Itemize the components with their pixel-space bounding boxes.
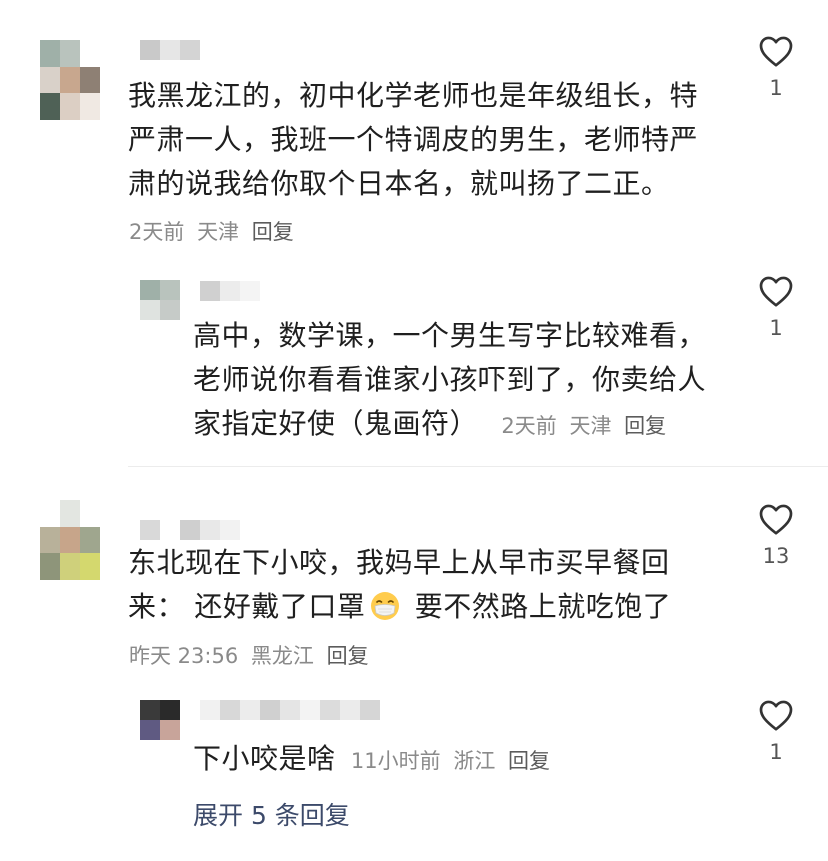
comment-time: 昨天 23:56 xyxy=(129,644,239,668)
reply-text: 下小咬是啥 11小时前 浙江 回复 xyxy=(193,737,733,783)
reply-location: 天津 xyxy=(569,414,612,438)
comment-text-line: 我黑龙江的，初中化学老师也是年级组长，特 xyxy=(128,79,699,112)
reply-time: 2天前 xyxy=(501,414,557,438)
avatar[interactable] xyxy=(40,40,100,120)
reply-button[interactable]: 回复 xyxy=(252,220,294,244)
comment-text: 我黑龙江的，初中化学老师也是年级组长，特 严肃一人，我班一个特调皮的男生，老师特… xyxy=(128,74,728,206)
avatar[interactable] xyxy=(140,280,180,320)
like-button[interactable]: 1 xyxy=(746,34,806,100)
comment-text: 东北现在下小咬，我妈早上从早市买早餐回 来： 还好戴了口罩 要不然路上就吃饱了 xyxy=(128,541,728,629)
reply-button[interactable]: 回复 xyxy=(508,749,550,773)
comment-text-fragment: 来： 还好戴了口罩 xyxy=(128,590,366,623)
comment-meta: 昨天 23:56 黑龙江 回复 xyxy=(129,640,375,670)
username[interactable] xyxy=(200,700,380,720)
heart-outline-icon xyxy=(759,276,793,307)
reply-text-line: 下小咬是啥 xyxy=(193,742,336,775)
reply-text-line-with-meta: 家指定好使（鬼画符） 2天前 天津 回复 xyxy=(193,402,733,448)
reply-button[interactable]: 回复 xyxy=(624,414,666,438)
reply-text-line: 家指定好使（鬼画符） xyxy=(193,407,479,440)
reply-time: 11小时前 xyxy=(350,749,441,773)
like-count: 1 xyxy=(769,316,783,340)
comment-text-line: 肃的说我给你取个日本名，就叫扬了二正。 xyxy=(128,167,670,200)
like-count: 1 xyxy=(769,76,783,100)
reply-text-line: 高中，数学课，一个男生写字比较难看， xyxy=(193,319,707,352)
comment-location: 天津 xyxy=(197,220,240,244)
comment-text-line: 来： 还好戴了口罩 要不然路上就吃饱了 xyxy=(128,585,728,629)
divider xyxy=(128,466,828,467)
like-button[interactable]: 1 xyxy=(746,274,806,340)
mask-face-emoji-icon xyxy=(371,592,400,620)
comment-text-line: 严肃一人，我班一个特调皮的男生，老师特严 xyxy=(128,123,699,156)
reply-meta: 2天前 天津 回复 xyxy=(501,414,666,438)
avatar[interactable] xyxy=(40,500,100,580)
heart-outline-icon xyxy=(759,700,793,731)
username[interactable] xyxy=(140,40,200,60)
comment-text-line: 东北现在下小咬，我妈早上从早市买早餐回 xyxy=(128,546,670,579)
reply-text-line: 老师说你看看谁家小孩吓到了，你卖给人 xyxy=(193,363,707,396)
reply-meta: 11小时前 浙江 回复 xyxy=(351,749,550,773)
reply-location: 浙江 xyxy=(453,749,496,773)
username[interactable] xyxy=(200,281,260,301)
comment-location: 黑龙江 xyxy=(250,644,314,668)
reply-button[interactable]: 回复 xyxy=(327,644,369,668)
like-count: 1 xyxy=(769,740,783,764)
reply-text: 高中，数学课，一个男生写字比较难看， 老师说你看看谁家小孩吓到了，你卖给人 家指… xyxy=(193,314,733,448)
like-button[interactable]: 1 xyxy=(746,698,806,764)
comment-text-fragment: 要不然路上就吃饱了 xyxy=(405,590,672,623)
like-count: 13 xyxy=(762,544,790,568)
heart-outline-icon xyxy=(759,504,793,535)
heart-outline-icon xyxy=(759,36,793,67)
avatar[interactable] xyxy=(140,700,180,740)
expand-replies-button[interactable]: 展开 5 条回复 xyxy=(193,796,350,832)
username[interactable] xyxy=(140,520,240,540)
comment-time: 2天前 xyxy=(129,220,185,244)
like-button[interactable]: 13 xyxy=(746,502,806,568)
comment-meta: 2天前 天津 回复 xyxy=(129,216,300,246)
